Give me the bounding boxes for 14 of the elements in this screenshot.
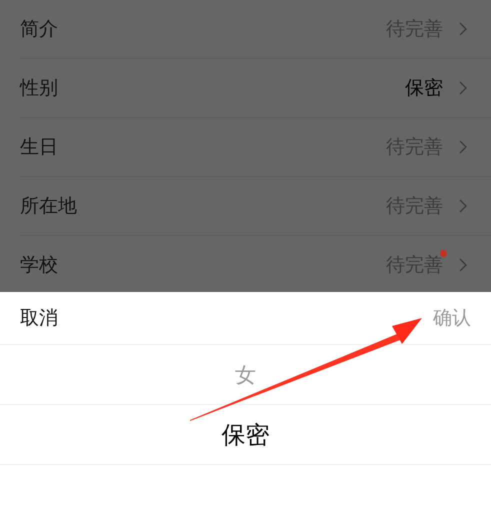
list-row[interactable]: 性别 保密 (20, 59, 491, 118)
row-label: 生日 (20, 135, 59, 160)
chevron-icon (459, 258, 467, 272)
confirm-button[interactable]: 确认 (433, 301, 471, 335)
row-label: 所在地 (20, 194, 78, 219)
chevron-icon (459, 81, 467, 95)
chevron-icon (459, 199, 467, 213)
row-label: 学校 (20, 253, 59, 278)
row-label: 简介 (20, 17, 59, 42)
chevron-icon (459, 140, 467, 154)
row-value: 保密 (405, 76, 443, 101)
row-label: 性别 (20, 76, 59, 101)
chevron-icon (459, 22, 467, 36)
cancel-button[interactable]: 取消 (20, 301, 58, 335)
